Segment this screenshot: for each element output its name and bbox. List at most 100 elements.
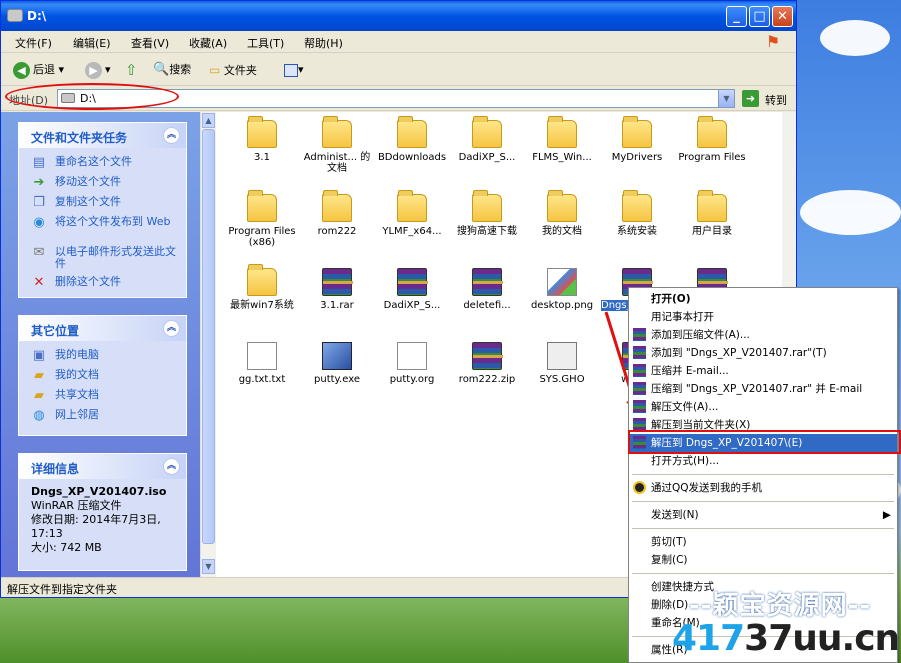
task-move[interactable]: ➔ 移动这个文件 [31,174,178,194]
doc-icon [397,342,427,370]
forward-button[interactable]: ▶ ▾ [85,61,111,81]
context-menu-item[interactable]: 打开(O) [629,290,897,308]
context-menu-item[interactable]: 压缩到 "Dngs_XP_V201407.rar" 并 E-mail [629,380,897,398]
close-button[interactable]: ✕ [772,6,793,27]
folder-item[interactable]: 我的文档 [526,190,598,237]
file-item[interactable]: desktop.png [526,268,598,311]
folder-item[interactable]: 搜狗高速下载 [451,190,523,237]
up-folder-icon[interactable]: ⇧ [125,61,138,81]
rename-icon: ▤ [32,155,46,170]
file-name: 用户目录 [692,226,732,237]
scroll-down-icon[interactable]: ▼ [202,559,215,574]
place-network[interactable]: ◍ 网上邻居 [31,407,178,427]
file-item[interactable]: SYS.GHO [526,342,598,385]
details-type: WinRAR 压缩文件 [31,499,122,512]
context-menu-item[interactable]: 通过QQ发送到我的手机 [629,479,897,497]
file-name: BDdownloads [377,152,447,163]
folder-item[interactable]: 3.1 [226,116,298,163]
computer-icon: ▣ [32,348,46,363]
file-name: 搜狗高速下载 [457,226,517,237]
toolbar: ◀ 后退 ▾ ▶ ▾ ⇧ 🔍搜索 ▭ 文件夹 ▾ [1,54,796,86]
file-name: FLMS_Win... [532,152,592,163]
qq-icon [633,481,646,494]
menu-tools[interactable]: 工具(T) [247,35,284,51]
folder-item[interactable]: rom222 [301,190,373,237]
context-menu-item[interactable]: 添加到压缩文件(A)... [629,326,897,344]
place-my-documents[interactable]: ▰ 我的文档 [31,367,178,387]
place-shared-documents[interactable]: ▰ 共享文档 [31,387,178,407]
delete-icon: ✕ [33,275,45,290]
context-menu-item[interactable]: 打开方式(H)... [629,452,897,470]
file-item[interactable]: deletefi... [451,268,523,311]
file-tasks-header[interactable]: 文件和文件夹任务 ︽ [19,123,186,148]
minimize-button[interactable]: _ [726,6,747,27]
other-places-header[interactable]: 其它位置 ︽ [19,316,186,341]
file-name: SYS.GHO [539,374,585,385]
maximize-button[interactable]: □ [749,6,770,27]
folder-item[interactable]: Administ... 的文档 [301,116,373,174]
file-item[interactable]: putty.exe [301,342,373,385]
context-menu-item[interactable]: 复制(C) [629,551,897,569]
menu-file[interactable]: 文件(F) [15,35,52,51]
menu-favorites[interactable]: 收藏(A) [189,35,227,51]
title-bar[interactable]: D:\ _ □ ✕ [1,1,796,31]
context-menu-label: 添加到压缩文件(A)... [651,329,750,341]
task-publish[interactable]: ◉ 将这个文件发布到 Web [31,214,178,244]
go-arrow-icon[interactable]: ➜ [742,90,759,107]
collapse-chevron-icon[interactable]: ︽ [163,320,180,337]
details-header[interactable]: 详细信息 ︽ [19,454,186,479]
file-item[interactable]: putty.org [376,342,448,385]
collapse-chevron-icon[interactable]: ︽ [163,127,180,144]
task-rename[interactable]: ▤ 重命名这个文件 [31,154,178,174]
folder-item[interactable]: DadiXP_S... [451,116,523,163]
scroll-up-icon[interactable]: ▲ [202,113,215,128]
folder-icon [247,116,277,148]
context-menu-item[interactable]: 添加到 "Dngs_XP_V201407.rar"(T) [629,344,897,362]
menu-separator [632,501,894,502]
folders-button[interactable]: ▭ 文件夹 [209,61,257,81]
folder-item[interactable]: 最新win7系统 [226,264,298,311]
folder-item[interactable]: 系统安装 [601,190,673,237]
folder-item[interactable]: BDdownloads [376,116,448,163]
folder-icon [697,190,727,222]
context-menu-label: 用记事本打开 [651,311,714,323]
back-button[interactable]: ◀ 后退 ▾ [13,61,64,81]
cloud [820,20,890,56]
address-dropdown-icon[interactable]: ▼ [718,90,734,107]
context-menu-item[interactable]: 发送到(N) ▶ [629,506,897,524]
folder-item[interactable]: FLMS_Win... [526,116,598,163]
file-item[interactable]: DadiXP_S... [376,268,448,311]
file-item[interactable]: gg.txt.txt [226,342,298,385]
menu-bar: 文件(F) 编辑(E) 查看(V) 收藏(A) 工具(T) 帮助(H) ⚑ [1,31,796,53]
context-menu-item[interactable]: 解压文件(A)... [629,398,897,416]
winrar-icon [633,364,646,377]
context-menu-item[interactable]: 剪切(T) [629,533,897,551]
rar-icon [472,342,502,370]
task-copy[interactable]: ❐ 复制这个文件 [31,194,178,214]
other-places-panel: 其它位置 ︽ ▣ 我的电脑 ▰ 我的文档 ▰ 共享文档 ◍ 网上邻居 [18,315,187,436]
menu-view[interactable]: 查看(V) [131,35,169,51]
search-button[interactable]: 🔍搜索 [153,61,191,81]
context-menu-item[interactable]: 用记事本打开 [629,308,897,326]
views-icon [284,63,298,77]
context-menu-item[interactable]: 压缩并 E-mail... [629,362,897,380]
go-button[interactable]: 转到 [765,92,787,108]
task-email[interactable]: ✉ 以电子邮件形式发送此文件 [31,244,178,274]
folder-item[interactable]: YLMF_x64... [376,190,448,237]
folder-icon [397,116,427,148]
collapse-chevron-icon[interactable]: ︽ [163,458,180,475]
folder-item[interactable]: Program Files [676,116,748,163]
place-my-computer[interactable]: ▣ 我的电脑 [31,347,178,367]
scroll-thumb[interactable] [202,129,215,544]
file-item[interactable]: rom222.zip [451,342,523,385]
folder-item[interactable]: 用户目录 [676,190,748,237]
file-item[interactable]: 3.1.rar [301,268,373,311]
folder-item[interactable]: MyDrivers [601,116,673,163]
exe-icon [322,342,352,370]
task-delete[interactable]: ✕ 删除这个文件 [31,274,178,294]
menu-edit[interactable]: 编辑(E) [73,35,111,51]
views-button[interactable]: ▾ [284,61,304,81]
menu-help[interactable]: 帮助(H) [304,35,343,51]
folder-item[interactable]: Program Files (x86) [226,190,298,248]
task-pane-scrollbar[interactable]: ▲ ▼ [200,112,216,577]
